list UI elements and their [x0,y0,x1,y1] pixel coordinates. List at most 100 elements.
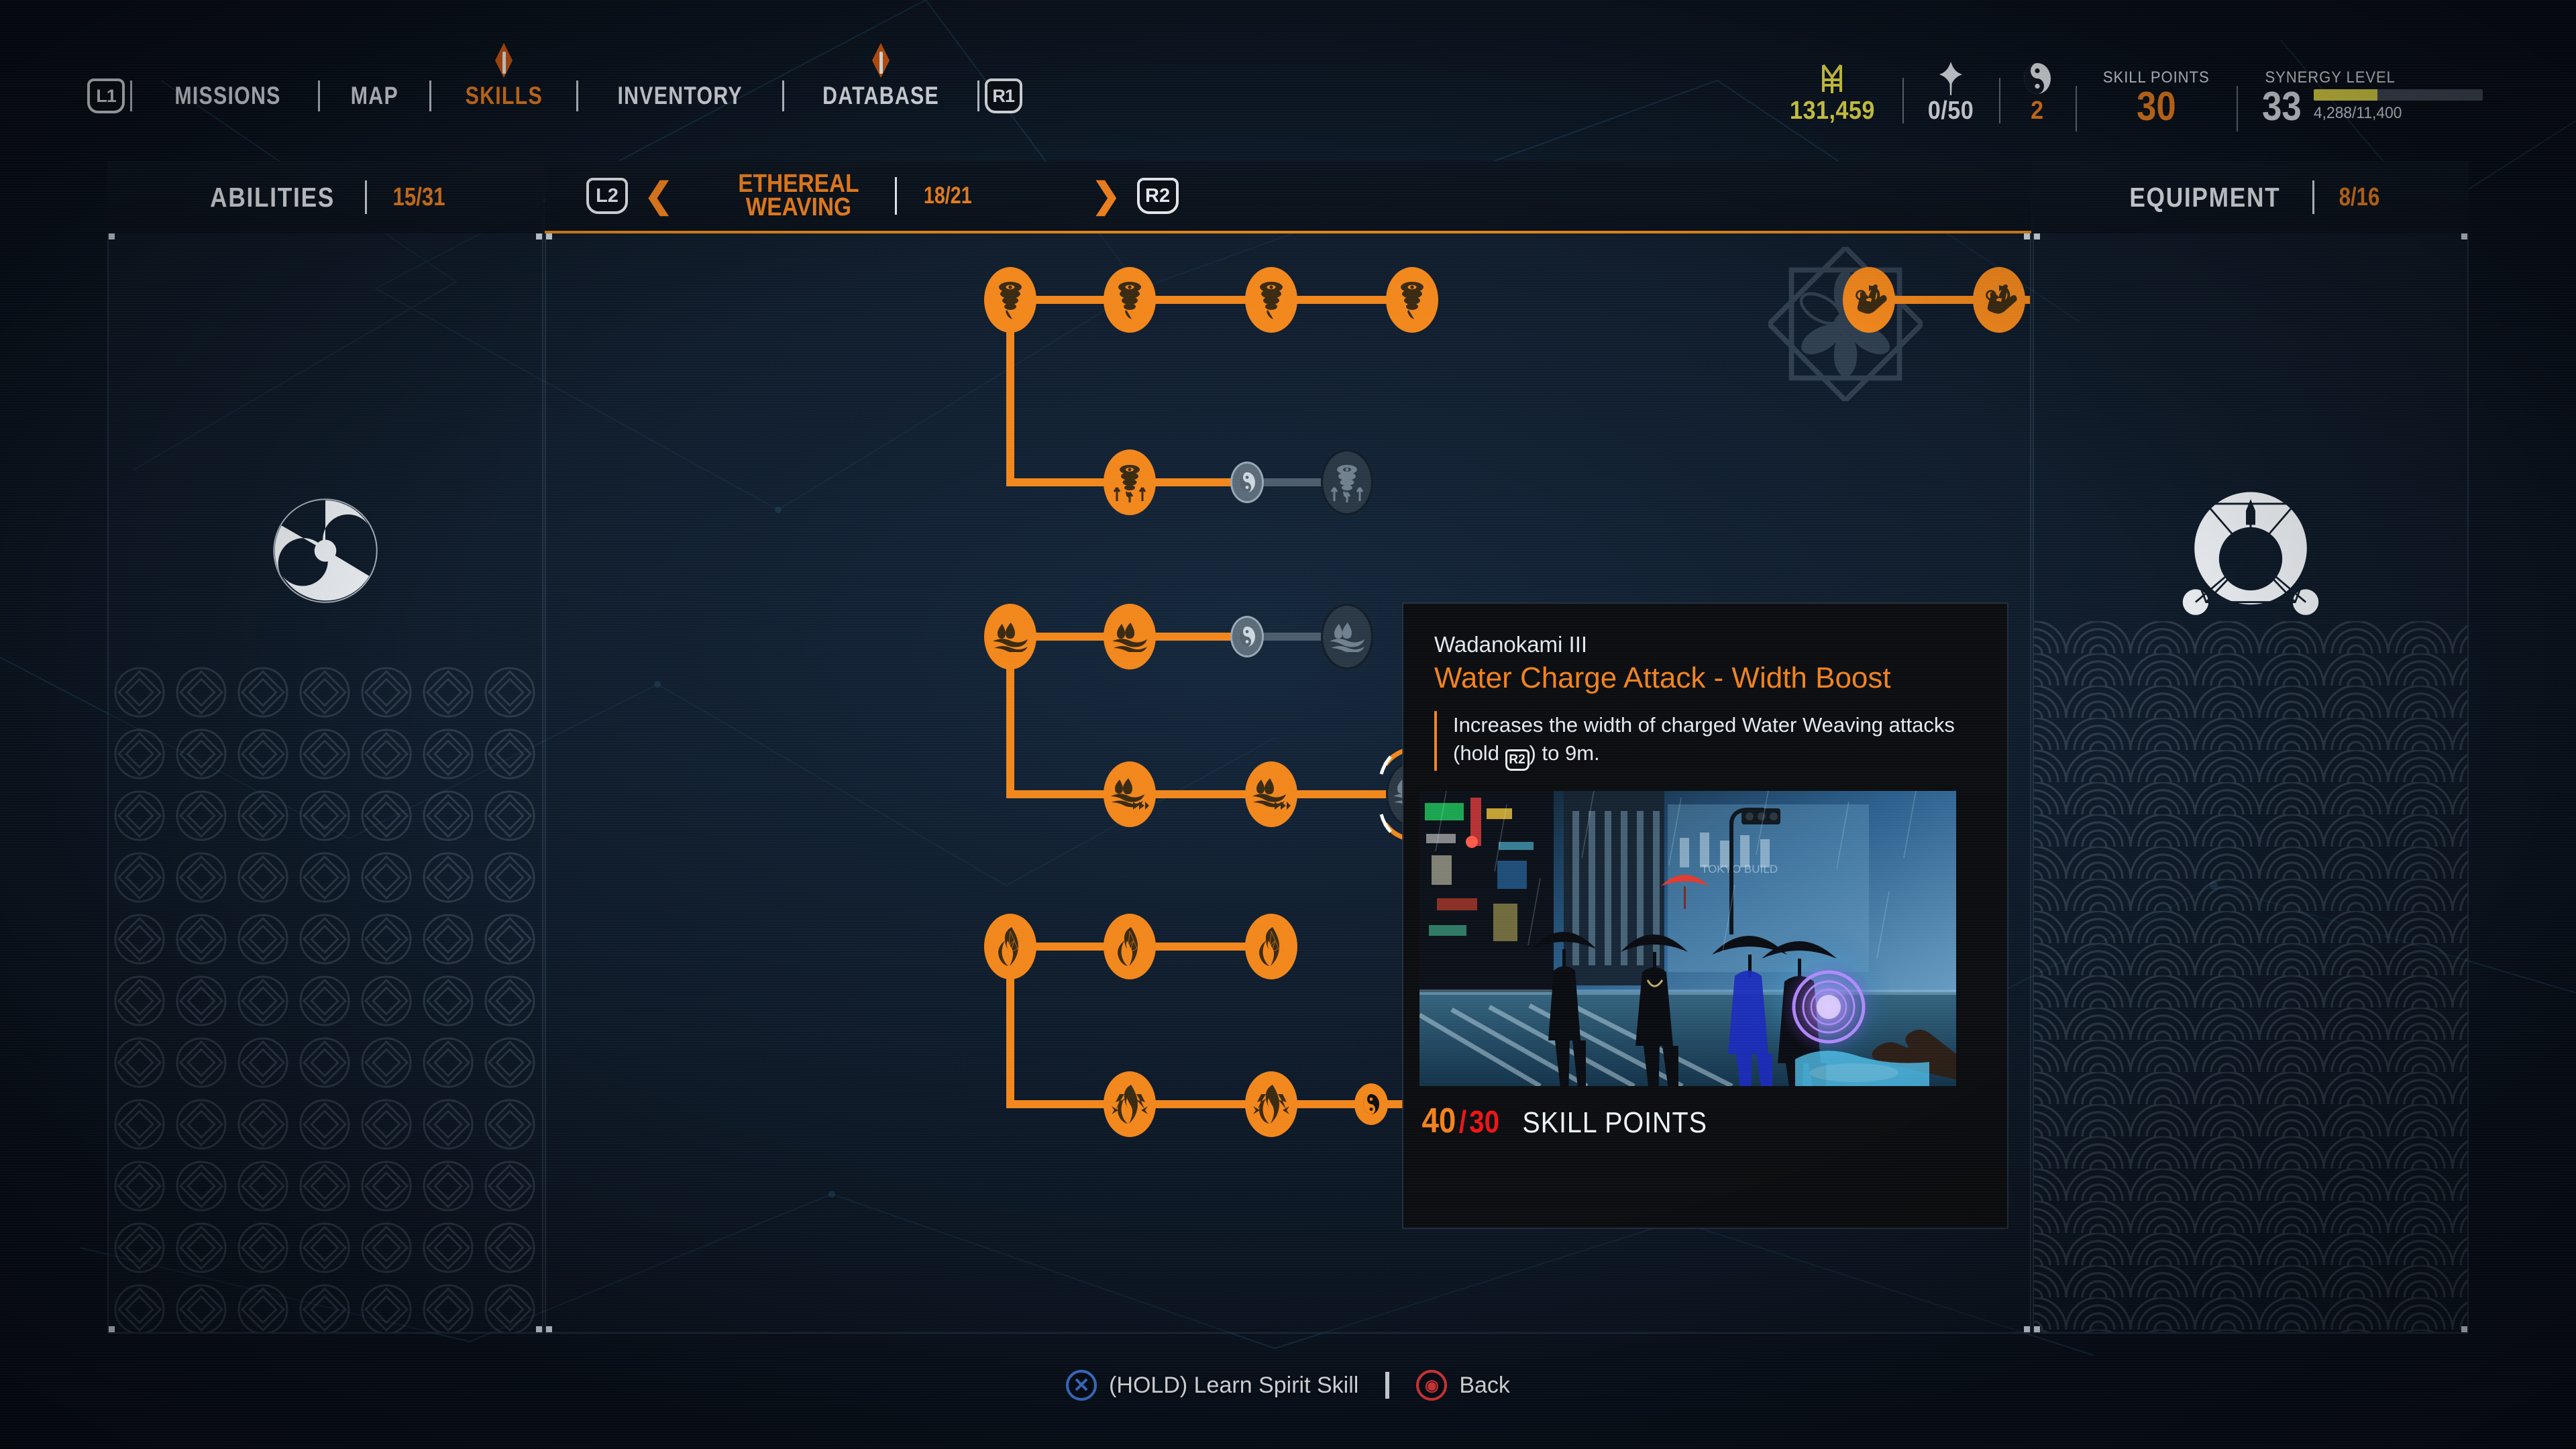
skill-cost-label: SKILL POINTS [1522,1106,1707,1139]
skill-node-water-gate[interactable] [1230,616,1264,658]
r2-trigger-button[interactable]: R2 [1136,178,1179,214]
skill-node-water-2[interactable] [1104,604,1156,670]
skill-link [1006,969,1014,1104]
nav-item-inventory[interactable]: INVENTORY [597,82,764,110]
nav-divider [977,80,979,111]
synergy-level-value: 33 [2262,84,2302,129]
category-header: L2 ❮ ETHEREAL WEAVING 18/21 ❯ R2 [545,161,2031,233]
next-category-chevron-icon[interactable]: ❯ [1091,178,1121,213]
skill-name-label: Water Charge Attack - Width Boost [1434,661,1891,694]
skill-points-value: 30 [2136,84,2176,129]
tornado-icon [1114,280,1145,320]
nav-label: MISSIONS [174,82,281,109]
back-label: Back [1459,1372,1510,1398]
skill-screen: L1 MISSIONS MAP SKILLS INVENTORY DATABAS… [0,0,2576,1449]
tornado-icon [1397,280,1428,320]
skill-node-wind-up-2[interactable] [1321,449,1373,516]
divider [895,177,898,215]
tornado-up-arrows-icon [1330,462,1364,503]
nav-item-missions[interactable]: MISSIONS [154,82,302,110]
skill-node-watercharge-1[interactable] [1104,761,1156,828]
flame-icon [1116,926,1143,967]
skill-description: Increases the width of charged Water Wea… [1453,711,1976,771]
synergy-progress-fill [2314,89,2377,101]
skill-node-fire-gate[interactable] [1354,1083,1388,1125]
equipment-panel[interactable]: EQUIPMENT 8/16 [2033,161,2469,1334]
nav-label: DATABASE [822,82,939,109]
skill-family-label: Wadanokami III [1434,632,1588,657]
tornado-icon [995,280,1026,320]
skill-node-fire-3[interactable] [1244,913,1297,979]
stat-magatama: 2 [1998,60,2076,125]
equipment-panel-header: EQUIPMENT 8/16 [2033,161,2469,233]
r1-bumper-button[interactable]: R1 [984,78,1022,113]
skill-preview-image: TOKYO BUILD [1419,790,1956,1086]
category-line-1: ETHEREAL [737,170,859,199]
category-name: ETHEREAL WEAVING [730,170,867,221]
stat-currency: 131,459 [1762,60,1902,125]
nav-divider [130,80,132,111]
nav-item-map[interactable]: MAP [330,82,419,110]
skill-node-fire-1[interactable] [983,913,1036,979]
skill-link [1006,323,1014,483]
divider [2312,180,2315,214]
category-count: 18/21 [924,182,973,209]
skill-tooltip: Wadanokami III Water Charge Attack - Wid… [1403,604,2007,1228]
spirit-icon [1937,60,1965,97]
stat-skill-points: SKILL POINTS 30 [2075,68,2237,131]
stat-spirits: 0/50 [1902,60,1999,125]
prev-category-chevron-icon[interactable]: ❮ [644,178,674,213]
hand-cooldown-icon [1980,282,2018,318]
learn-skill-label: (HOLD) Learn Spirit Skill [1109,1372,1359,1398]
skill-node-wind-2[interactable] [1104,267,1156,333]
nav-divider [429,80,431,111]
skill-node-water-1[interactable] [983,604,1036,670]
skill-node-firecharge-2[interactable] [1244,1071,1297,1137]
l2-trigger-button[interactable]: L2 [586,178,628,214]
back-action[interactable]: ◉ Back [1416,1370,1510,1401]
equipment-emblem [2180,485,2321,627]
skill-node-firecharge-1[interactable] [1104,1071,1156,1137]
cross-button-icon: ✕ [1066,1370,1097,1401]
magatama-value: 2 [2031,97,2044,125]
flame-bolt-icon [1252,1083,1291,1125]
player-stats: 131,459 0/50 2 SKILL POINTS 30 SYNERGY L… [1762,60,2506,131]
divider [365,180,368,214]
svg-text:TOKYO BUILD: TOKYO BUILD [1701,863,1778,875]
yin-yang-icon [1362,1093,1381,1116]
yin-yang-icon [1238,625,1256,648]
skill-node-wind-gate[interactable] [1230,462,1264,504]
abilities-panel-body [107,233,543,1334]
circle-button-icon: ◉ [1416,1370,1448,1401]
skill-node-cooldown-1[interactable] [1842,267,1895,333]
skill-node-wind-1[interactable] [983,267,1036,333]
skill-node-wind-up-1[interactable] [1104,449,1156,516]
nav-item-database[interactable]: DATABASE [801,43,959,110]
interlock-pattern-watermark [109,661,542,1332]
skill-node-fire-2[interactable] [1104,913,1156,979]
skill-description-block: Increases the width of charged Water Wea… [1434,711,1976,771]
stat-synergy: SYNERGY LEVEL 33 4,288/11,400 [2237,68,2506,131]
skill-node-wind-3[interactable] [1244,267,1297,333]
water-wave-icon [1111,621,1148,653]
yin-yang-icon [2022,60,2053,97]
skill-points-available: 30 [1468,1104,1499,1139]
nav-label: MAP [350,82,398,109]
category-line-2: WEAVING [745,193,851,221]
skill-node-wind-4[interactable] [1386,267,1439,333]
currency-value: 131,459 [1789,97,1875,125]
tornado-up-arrows-icon [1112,462,1147,503]
l1-bumper-button[interactable]: L1 [87,78,125,113]
abilities-panel[interactable]: ABILITIES 15/31 [107,161,543,1334]
skill-node-water-3[interactable] [1321,604,1373,670]
nav-divider [317,80,320,111]
top-navigation: L1 MISSIONS MAP SKILLS INVENTORY DATABAS… [87,43,1022,118]
footer-divider [1385,1372,1390,1399]
abilities-count: 15/31 [392,182,445,211]
footer-action-bar: ✕ (HOLD) Learn Spirit Skill ◉ Back [0,1370,2576,1401]
skill-node-cooldown-2[interactable] [1973,267,2025,333]
water-charge-icon [1252,777,1291,811]
skill-node-watercharge-2[interactable] [1244,761,1297,828]
learn-skill-action[interactable]: ✕ (HOLD) Learn Spirit Skill [1066,1370,1358,1401]
nav-item-skills[interactable]: SKILLS [444,43,564,110]
